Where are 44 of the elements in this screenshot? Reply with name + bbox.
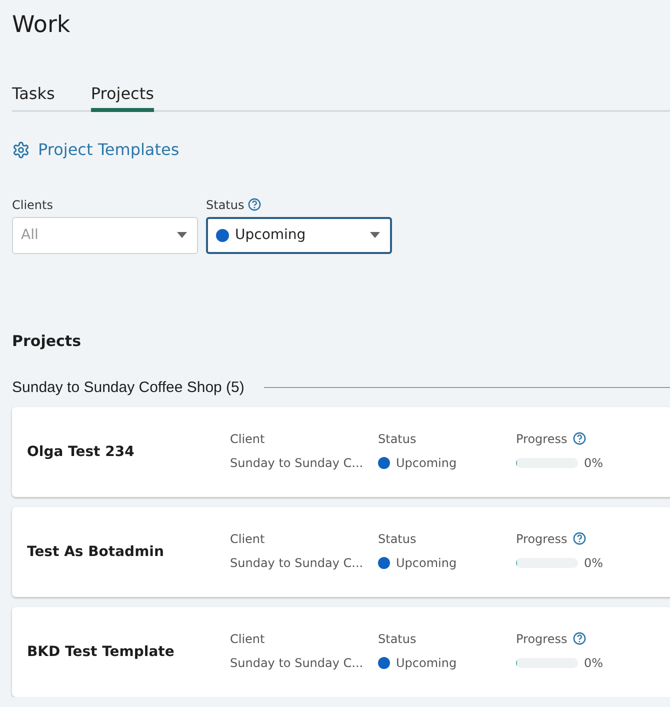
section-title: Projects [12, 332, 82, 352]
caret-icon [177, 232, 187, 238]
progress-percent: 0% [584, 556, 604, 570]
field-label: Status [378, 432, 416, 446]
project-card[interactable]: BKD Test Template Client Sunday to Sunday C... Status Upcoming Progress 0% [12, 606, 670, 696]
project-card[interactable]: Olga Test 234 Client Sunday to Sunday C... Status Upcoming Progress 0% [12, 406, 670, 496]
project-name: Test As Botadmin [27, 544, 165, 560]
field-label: Progress [516, 532, 568, 546]
status-text: Upcoming [396, 656, 457, 670]
field-label: Status [378, 632, 416, 646]
group-title: Sunday to Sunday Coffee Shop (5) [12, 378, 244, 396]
filter-label: Clients [12, 198, 53, 212]
status-dot [378, 456, 390, 468]
gear-icon [12, 140, 30, 158]
status-dot [216, 228, 229, 242]
tab[interactable]: Projects [90, 84, 154, 112]
client-name: Sunday to Sunday C... [230, 656, 364, 670]
filter-select[interactable]: Upcoming [206, 216, 392, 254]
field-label: Status [378, 532, 416, 546]
project-name: BKD Test Template [27, 644, 176, 660]
help-icon[interactable] [573, 632, 586, 645]
help-icon[interactable] [573, 432, 586, 445]
caret-icon [370, 232, 380, 238]
field-label: Progress [516, 432, 568, 446]
client-name: Sunday to Sunday C... [230, 556, 364, 570]
field-label: Client [230, 532, 265, 546]
help-icon[interactable] [573, 532, 586, 545]
project-card[interactable]: Test As Botadmin Client Sunday to Sunday C... Status Upcoming Progress 0% [12, 506, 670, 596]
progress-percent: 0% [584, 656, 604, 670]
field-label: Client [230, 432, 265, 446]
progress-percent: 0% [584, 456, 604, 470]
field-label: Client [230, 632, 265, 646]
status-dot [378, 656, 390, 668]
field-label: Progress [516, 632, 568, 646]
page-title: Work [12, 11, 72, 40]
status-dot [378, 556, 390, 568]
tab[interactable]: Tasks [12, 84, 55, 112]
project-name: Olga Test 234 [27, 444, 136, 460]
help-icon[interactable] [248, 198, 262, 211]
status-text: Upcoming [396, 456, 457, 470]
filter-label: Status [206, 198, 244, 212]
status-text: Upcoming [396, 556, 457, 570]
client-name: Sunday to Sunday C... [230, 456, 364, 470]
project-templates-link[interactable]: Project Templates [12, 140, 180, 159]
